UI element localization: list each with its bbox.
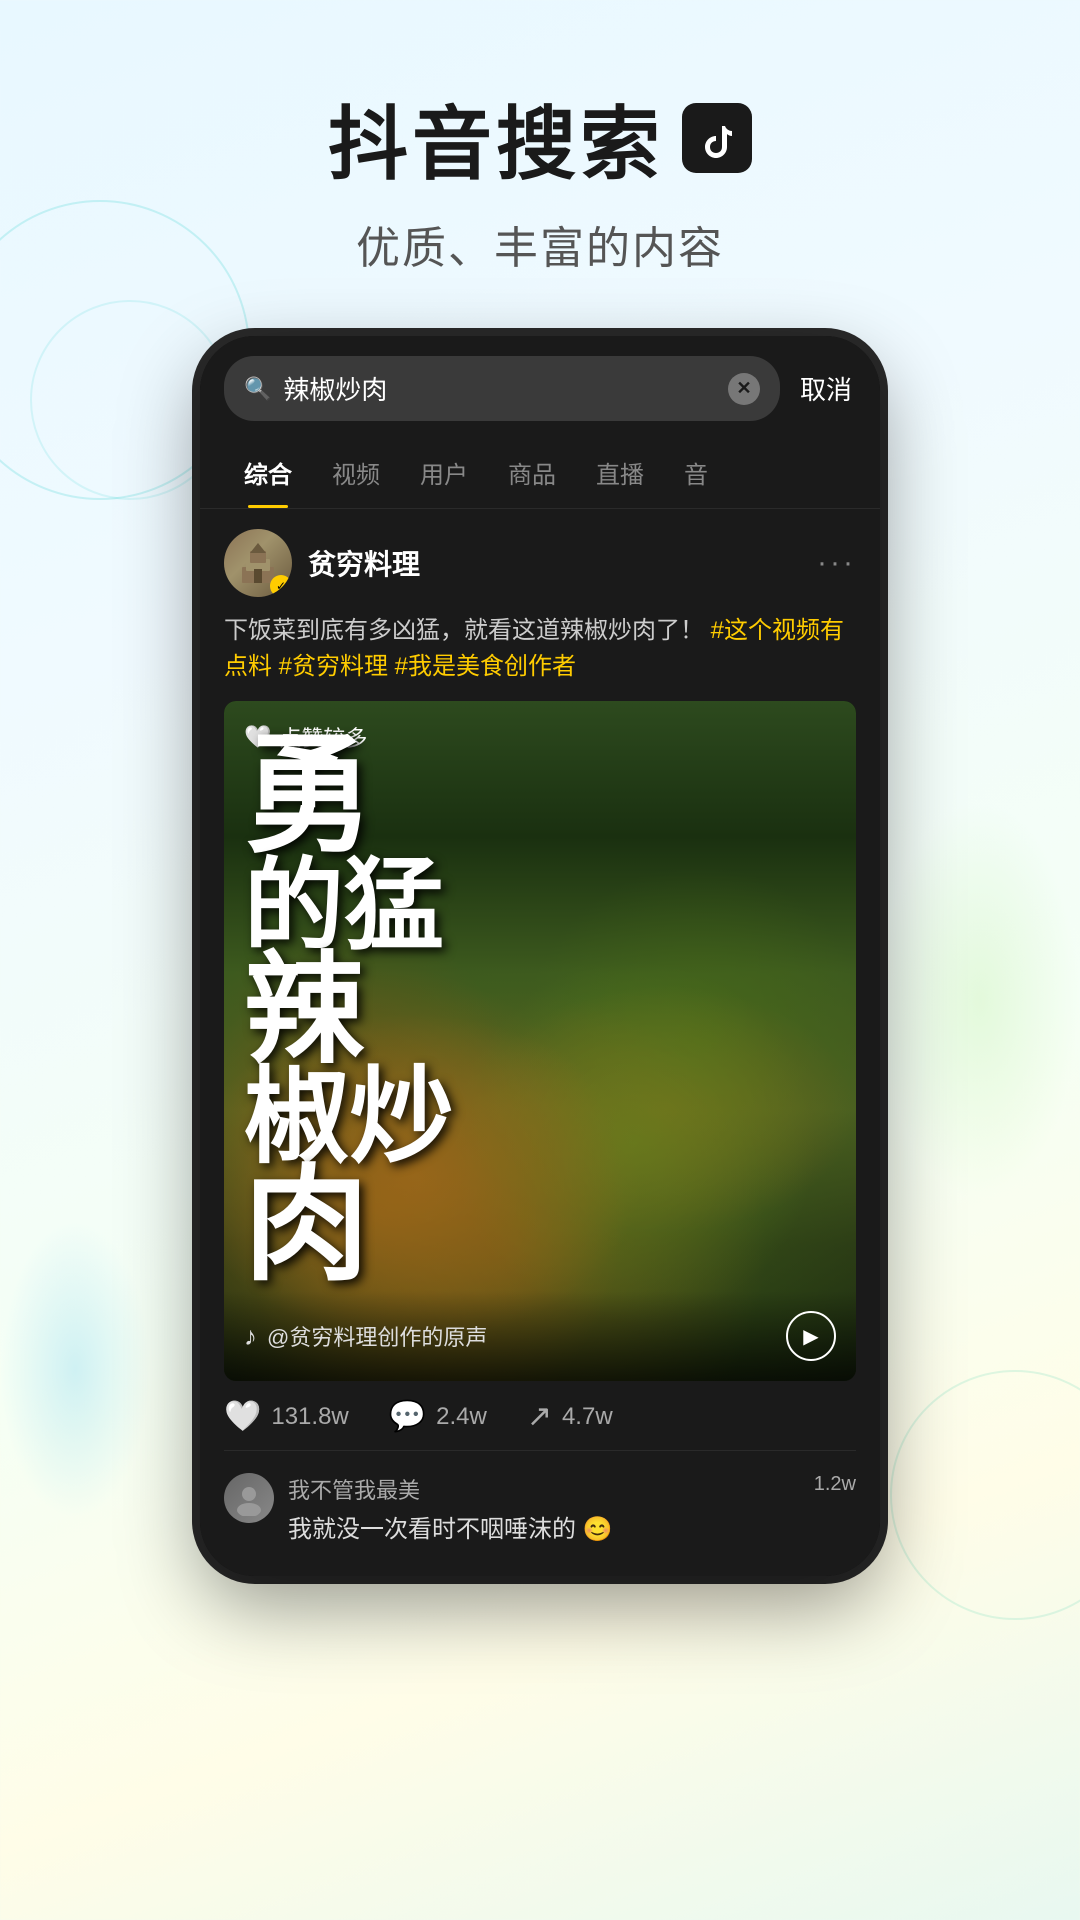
search-query-text: 辣椒炒肉 [283,370,716,407]
content-area: ✓ 贫穷料理 ··· 下饭菜到底有多凶猛，就看这道辣椒炒肉了！ #这个视频有点料… [200,509,880,1576]
comment-text: 我就没一次看时不咽唾沫的 😊 [288,1509,800,1544]
tab-comprehensive[interactable]: 综合 [224,437,312,508]
video-char-5: 肉 [244,1168,454,1287]
comments-count: 2.4w [436,1403,487,1431]
post-header: ✓ 贫穷料理 ··· [224,529,856,597]
search-box[interactable]: 🔍 辣椒炒肉 ✕ [224,356,780,421]
video-char-2: 的猛 [244,859,454,954]
search-icon: 🔍 [244,376,271,402]
search-cancel-button[interactable]: 取消 [796,362,856,415]
heart-icon: 🤍 [224,1399,261,1434]
tiktok-logo-icon [682,103,752,173]
video-text-overlay: 勇 的猛 辣 椒炒 肉 [244,701,454,1321]
commenter-name[interactable]: 我不管我最美 [288,1473,800,1505]
phone-inner: 🔍 辣椒炒肉 ✕ 取消 综合 视频 用户 商品 [200,336,880,1576]
search-bar-row: 🔍 辣椒炒肉 ✕ 取消 [200,336,880,437]
video-bottom-bar: ♪ @贫穷料理创作的原声 ▶ [224,1291,856,1381]
tab-product[interactable]: 商品 [488,437,576,508]
video-char-3: 辣 [244,954,454,1068]
shares-count: 4.7w [562,1403,613,1431]
avatar[interactable]: ✓ [224,529,292,597]
share-icon: ↗ [527,1399,552,1434]
phone-container: 🔍 辣椒炒肉 ✕ 取消 综合 视频 用户 商品 [0,336,1080,1576]
commenter-avatar [224,1473,274,1523]
tab-video[interactable]: 视频 [312,437,400,508]
comments-button[interactable]: 💬 2.4w [389,1399,487,1434]
engagement-row: 🤍 131.8w 💬 2.4w ↗ 4.7w [224,1381,856,1450]
video-char-4: 椒炒 [244,1068,454,1168]
comment-content: 我不管我最美 我就没一次看时不咽唾沫的 😊 [288,1473,800,1544]
phone-mockup: 🔍 辣椒炒肉 ✕ 取消 综合 视频 用户 商品 [200,336,880,1576]
header-section: 抖音搜索 优质、丰富的内容 [0,0,1080,316]
more-options-button[interactable]: ··· [817,546,856,580]
app-subtitle: 优质、丰富的内容 [0,212,1080,276]
verified-badge: ✓ [270,575,292,597]
search-clear-button[interactable]: ✕ [728,373,760,405]
app-title-text: 抖音搜索 [328,80,664,196]
share-button[interactable]: ↗ 4.7w [527,1399,613,1434]
tab-user[interactable]: 用户 [400,437,488,508]
likes-button[interactable]: 🤍 131.8w [224,1399,349,1434]
tab-audio[interactable]: 音 [664,437,728,508]
video-background: 🤍 点赞较多 勇 的猛 辣 椒炒 肉 [224,701,856,1381]
comment-likes-count: 1.2w [814,1473,856,1496]
tab-live[interactable]: 直播 [576,437,664,508]
audio-text: @贫穷料理创作的原声 [267,1320,487,1352]
verified-check-icon: ✓ [276,579,286,593]
comment-row: 我不管我最美 我就没一次看时不咽唾沫的 😊 1.2w [224,1461,856,1556]
post-description: 下饭菜到底有多凶猛，就看这道辣椒炒肉了！ #这个视频有点料 #贫穷料理 #我是美… [224,613,856,685]
audio-info: ♪ @贫穷料理创作的原声 [244,1320,487,1352]
likes-count: 131.8w [271,1403,348,1431]
search-tabs-row: 综合 视频 用户 商品 直播 音 [200,437,880,509]
app-title-row: 抖音搜索 [0,80,1080,196]
post-username[interactable]: 贫穷料理 [308,543,817,583]
video-thumbnail[interactable]: 🤍 点赞较多 勇 的猛 辣 椒炒 肉 [224,701,856,1381]
comment-icon: 💬 [389,1399,426,1434]
video-play-button[interactable]: ▶ [786,1311,836,1361]
post-desc-text: 下饭菜到底有多凶猛，就看这道辣椒炒肉了！ [224,617,704,644]
comments-section: 我不管我最美 我就没一次看时不咽唾沫的 😊 1.2w [224,1450,856,1556]
tiktok-note-icon: ♪ [244,1321,257,1352]
video-char-1: 勇 [244,736,454,860]
